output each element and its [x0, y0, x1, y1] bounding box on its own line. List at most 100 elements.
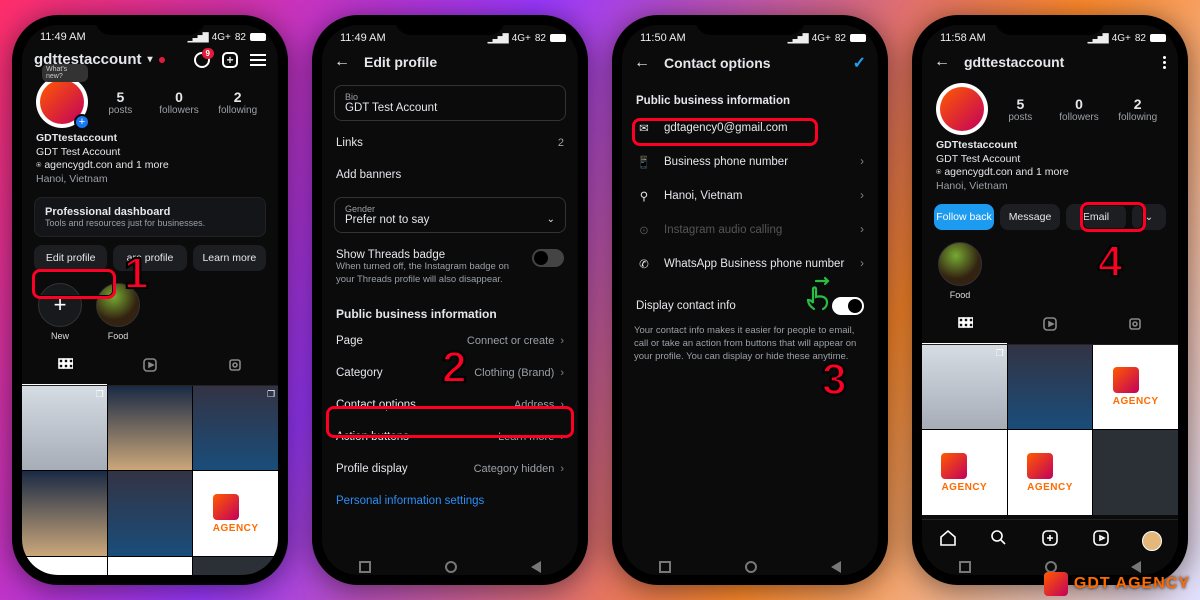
post-cell[interactable]: AGENCY: [1093, 345, 1178, 430]
links-row[interactable]: Links 2: [334, 127, 566, 159]
tab-reels[interactable]: [107, 351, 192, 385]
post-cell[interactable]: AGENCY: [1008, 430, 1093, 515]
post-cell[interactable]: [22, 471, 107, 556]
watermark: GDT AGENCY: [1044, 572, 1190, 596]
page-row[interactable]: PageConnect or create›: [334, 325, 566, 357]
nav-home[interactable]: [938, 528, 958, 553]
stat-following[interactable]: 2following: [1111, 96, 1164, 123]
profile-stats: What's new? + 5posts 0followers 2followi…: [22, 72, 278, 130]
status-time: 11:50 AM: [640, 32, 686, 44]
notification-dot-icon: [159, 57, 165, 63]
post-cell[interactable]: AGENCY: [22, 557, 107, 575]
android-back[interactable]: [831, 561, 841, 573]
form-section: Bio GDT Test Account Links 2 Add banners…: [322, 79, 578, 517]
post-cell[interactable]: [1008, 345, 1093, 430]
tab-tagged[interactable]: [1093, 310, 1178, 344]
phone-icon: 📱: [636, 155, 652, 169]
category-row[interactable]: CategoryClothing (Brand)›: [334, 357, 566, 389]
android-recents[interactable]: [659, 561, 671, 573]
suggested-expand-button[interactable]: ⌄: [1132, 204, 1166, 230]
action-buttons-row[interactable]: Action buttonsLearn more›: [334, 421, 566, 453]
display-contact-toggle[interactable]: [832, 297, 864, 315]
tab-grid[interactable]: [22, 351, 107, 385]
threads-toggle[interactable]: [532, 249, 564, 267]
back-icon[interactable]: ←: [634, 54, 650, 72]
battery-label: 82: [235, 32, 246, 43]
post-cell[interactable]: [1093, 430, 1178, 515]
personal-info-link[interactable]: Personal information settings: [334, 485, 566, 517]
post-cell[interactable]: ❐: [22, 386, 107, 471]
threads-icon[interactable]: 9: [194, 52, 210, 68]
back-icon[interactable]: ←: [334, 53, 350, 71]
profile-tabs: [22, 347, 278, 386]
avatar[interactable]: What's new? +: [36, 76, 88, 128]
phone-mockup-1: 11:49 AM ▁▃▅▇ 4G+ 82 gdttestaccount ▾ 9 …: [12, 15, 288, 585]
profile-link[interactable]: ⍟ agencygdt.con and 1 more: [936, 166, 1164, 180]
contact-whatsapp-row[interactable]: ✆WhatsApp Business phone number›: [634, 247, 866, 281]
nav-profile-avatar[interactable]: [1142, 531, 1162, 551]
bio-block: GDTtestaccount GDT Test Account ⍟ agency…: [922, 137, 1178, 196]
back-icon[interactable]: ←: [934, 53, 950, 71]
email-button[interactable]: Email: [1066, 204, 1126, 230]
create-icon[interactable]: +: [222, 52, 238, 68]
post-cell[interactable]: [193, 557, 278, 575]
chevron-down-icon[interactable]: ▾: [148, 54, 153, 65]
add-banners-row[interactable]: Add banners: [334, 159, 566, 191]
nav-reels[interactable]: [1091, 528, 1111, 553]
confirm-icon[interactable]: ✓: [853, 53, 866, 73]
highlight-food[interactable]: Food: [938, 242, 982, 300]
contact-address-row[interactable]: ⚲Hanoi, Vietnam›: [634, 179, 866, 213]
reels-icon: [1091, 528, 1111, 548]
stat-posts[interactable]: 5posts: [994, 96, 1047, 123]
nav-search[interactable]: [989, 528, 1009, 553]
stat-following[interactable]: 2following: [211, 89, 264, 116]
post-cell[interactable]: [108, 386, 193, 471]
android-home[interactable]: [445, 561, 457, 573]
android-home[interactable]: [745, 561, 757, 573]
contact-phone-row[interactable]: 📱Business phone number›: [634, 145, 866, 179]
post-cell[interactable]: AGENCY: [108, 557, 193, 575]
android-back[interactable]: [531, 561, 541, 573]
more-icon[interactable]: [1163, 56, 1166, 69]
follow-back-button[interactable]: Follow back: [934, 204, 994, 230]
gender-field[interactable]: Gender Prefer not to say⌄: [334, 197, 566, 233]
edit-profile-button[interactable]: Edit profile: [34, 245, 107, 271]
post-cell[interactable]: AGENCY: [193, 471, 278, 556]
message-button[interactable]: Message: [1000, 204, 1060, 230]
android-nav: [622, 557, 878, 575]
android-recents[interactable]: [359, 561, 371, 573]
avatar[interactable]: [936, 83, 988, 135]
post-cell[interactable]: ❐: [193, 386, 278, 471]
add-story-icon[interactable]: +: [74, 114, 90, 130]
nav-create[interactable]: [1040, 528, 1060, 553]
learn-more-button[interactable]: Learn more: [193, 245, 266, 271]
tab-grid[interactable]: [922, 310, 1007, 344]
reels-icon: [1042, 316, 1058, 332]
post-cell[interactable]: AGENCY: [922, 430, 1007, 515]
profile-display-row[interactable]: Profile displayCategory hidden›: [334, 453, 566, 485]
threads-badge: 9: [202, 48, 214, 59]
contact-options-row[interactable]: Contact optionsAddress›: [334, 389, 566, 421]
chevron-down-icon: ⌄: [1145, 212, 1153, 223]
page-header: ← Contact options ✓: [622, 45, 878, 81]
battery-icon: [850, 34, 866, 42]
tab-tagged[interactable]: [193, 351, 278, 385]
android-recents[interactable]: [959, 561, 971, 573]
profile-link[interactable]: ⍟ agencygdt.con and 1 more: [36, 159, 264, 173]
contact-email-row[interactable]: ✉gdtagency0@gmail.com: [634, 111, 866, 145]
highlight-food[interactable]: Food: [96, 283, 140, 341]
tab-reels[interactable]: [1007, 310, 1092, 344]
bio-field[interactable]: Bio GDT Test Account: [334, 85, 566, 121]
highlight-new[interactable]: +New: [38, 283, 82, 341]
contact-audio-row: ⊙Instagram audio calling›: [634, 213, 866, 247]
audio-call-icon: ⊙: [636, 223, 652, 237]
share-profile-button[interactable]: are profile: [113, 245, 186, 271]
stat-followers[interactable]: 0followers: [153, 89, 206, 116]
stat-followers[interactable]: 0followers: [1053, 96, 1106, 123]
post-cell[interactable]: ❐: [922, 345, 1007, 430]
menu-icon[interactable]: [250, 54, 266, 66]
professional-dashboard-card[interactable]: Professional dashboard Tools and resourc…: [34, 197, 266, 237]
stat-posts[interactable]: 5posts: [94, 89, 147, 116]
watermark-text: GDT AGENCY: [1074, 575, 1190, 593]
post-cell[interactable]: [108, 471, 193, 556]
